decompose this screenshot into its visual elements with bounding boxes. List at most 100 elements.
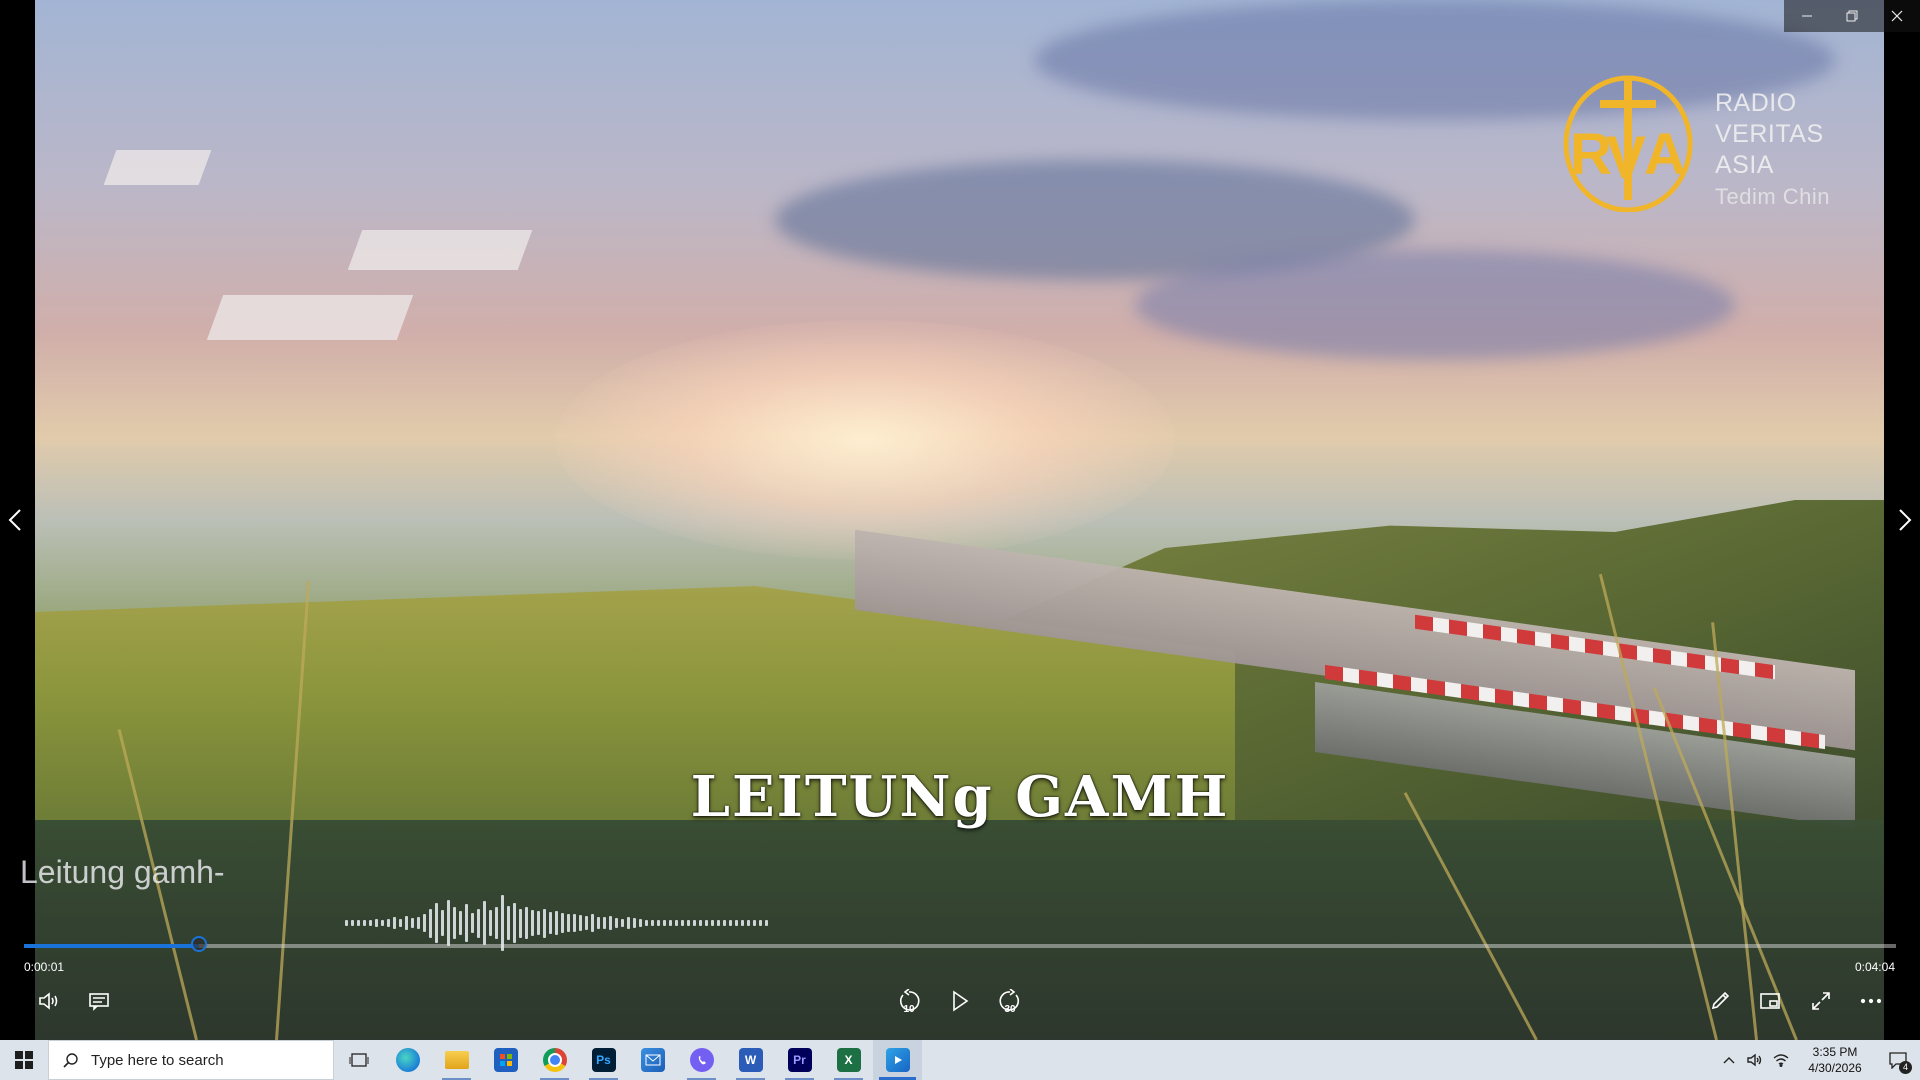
media-player-icon	[885, 1048, 910, 1072]
waveform-bar	[513, 902, 516, 944]
waveform-bar	[621, 918, 624, 928]
chrome-icon	[542, 1048, 567, 1072]
taskbar-app-viber[interactable]	[677, 1040, 726, 1080]
previous-arrow-icon[interactable]	[0, 500, 30, 540]
svg-text:V: V	[1606, 124, 1646, 191]
waveform-bar	[681, 920, 684, 926]
store-icon	[493, 1048, 518, 1072]
window-controls	[1784, 0, 1920, 32]
volume-button[interactable]	[29, 981, 69, 1021]
taskbar-search-box[interactable]: Type here to search	[48, 1040, 334, 1080]
speaker-icon	[1747, 1053, 1762, 1067]
waveform-bar	[543, 908, 546, 938]
waveform-bar	[525, 907, 528, 939]
total-time: 0:04:04	[1854, 960, 1895, 974]
waveform-bar	[399, 918, 402, 928]
seek-bar-thumb[interactable]	[191, 936, 208, 952]
volume-icon	[39, 992, 58, 1010]
rva-logo: R V A RADIO VERITAS ASIA Tedim Chin	[1560, 72, 1880, 222]
next-arrow-icon[interactable]	[1890, 500, 1920, 540]
waveform-bar	[417, 917, 420, 929]
waveform-bar	[723, 920, 726, 926]
taskbar-clock[interactable]: 3:35 PM 4/30/2026	[1794, 1044, 1876, 1076]
waveform-bar	[651, 919, 654, 927]
waveform-bar	[717, 920, 720, 926]
mail-icon	[640, 1048, 665, 1072]
skip-forward-button[interactable]: 30	[990, 981, 1030, 1021]
rva-logo-text: RADIO VERITAS ASIA Tedim Chin	[1715, 88, 1830, 212]
taskbar-app-excel[interactable]: X	[824, 1040, 873, 1080]
show-hidden-icons-button[interactable]	[1716, 1040, 1742, 1080]
waveform-bar	[675, 920, 678, 926]
waveform-bar	[537, 911, 540, 935]
network-tray-button[interactable]	[1768, 1040, 1794, 1080]
waveform-bar	[501, 895, 504, 951]
waveform-bar	[387, 918, 390, 928]
waveform-bar	[531, 909, 534, 937]
edit-button[interactable]	[1700, 981, 1740, 1021]
captions-button[interactable]	[79, 981, 119, 1021]
waveform-bar	[429, 908, 432, 938]
restore-button[interactable]	[1829, 0, 1874, 32]
waveform-bar	[507, 905, 510, 941]
notification-count: 4	[1899, 1061, 1912, 1074]
more-icon	[1860, 998, 1882, 1004]
waveform-bar	[711, 920, 714, 926]
viber-icon	[689, 1048, 714, 1072]
taskbar-app-word[interactable]: W	[726, 1040, 775, 1080]
waveform-bar	[453, 907, 456, 939]
waveform-bar	[441, 909, 444, 937]
taskbar-app-chrome[interactable]	[530, 1040, 579, 1080]
notification-center-button[interactable]: 4	[1876, 1040, 1920, 1080]
play-icon	[953, 990, 969, 1012]
close-button[interactable]	[1874, 0, 1919, 32]
waveform-bar	[471, 912, 474, 934]
waveform-bar	[759, 920, 762, 926]
waveform-bar	[747, 920, 750, 926]
waveform-bar	[363, 919, 366, 927]
waveform-bar	[381, 919, 384, 927]
mini-view-icon	[1760, 993, 1780, 1009]
fullscreen-button[interactable]	[1801, 981, 1841, 1021]
waveform-bar	[597, 916, 600, 930]
waveform-bar	[615, 917, 618, 929]
waveform-bar	[435, 902, 438, 944]
skip-back-button[interactable]: 10	[889, 981, 929, 1021]
word-icon: W	[738, 1048, 763, 1072]
waveform-bar	[447, 899, 450, 947]
taskbar-app-mail[interactable]	[628, 1040, 677, 1080]
media-player-window: R V A RADIO VERITAS ASIA Tedim Chin LEIT…	[0, 0, 1920, 1080]
seek-bar-progress	[24, 944, 200, 948]
waveform-bar	[573, 913, 576, 933]
minimize-button[interactable]	[1784, 0, 1829, 32]
start-button[interactable]	[0, 1040, 48, 1080]
waveform-bar	[753, 920, 756, 926]
waveform-bar	[663, 920, 666, 926]
fullscreen-icon	[1812, 992, 1830, 1010]
taskbar-app-store[interactable]	[481, 1040, 530, 1080]
play-button[interactable]	[940, 981, 980, 1021]
task-view-icon	[349, 1053, 368, 1067]
waveform-bar	[393, 917, 396, 929]
waveform-bar	[405, 915, 408, 931]
waveform-bar	[633, 918, 636, 928]
taskbar-app-photoshop[interactable]: Ps	[579, 1040, 628, 1080]
more-options-button[interactable]	[1851, 981, 1891, 1021]
taskbar-app-premiere[interactable]: Pr	[775, 1040, 824, 1080]
taskbar-app-file-explorer[interactable]	[432, 1040, 481, 1080]
wifi-icon	[1773, 1054, 1789, 1067]
taskbar-app-edge[interactable]	[383, 1040, 432, 1080]
waveform-bar	[483, 901, 486, 945]
task-view-button[interactable]	[334, 1040, 383, 1080]
song-title: LEITUNg GAMH	[690, 764, 1230, 830]
logo-line-3: ASIA	[1715, 151, 1774, 179]
waveform-bar	[477, 908, 480, 938]
waveform-bar	[645, 919, 648, 927]
clock-time: 3:35 PM	[1812, 1045, 1858, 1059]
taskbar-app-media-player[interactable]	[873, 1040, 922, 1080]
skip-back-seconds: 10	[903, 1004, 915, 1015]
mini-view-button[interactable]	[1750, 981, 1790, 1021]
waveform-bar	[591, 914, 594, 932]
seek-bar[interactable]	[24, 936, 1896, 952]
volume-tray-button[interactable]	[1742, 1040, 1768, 1080]
